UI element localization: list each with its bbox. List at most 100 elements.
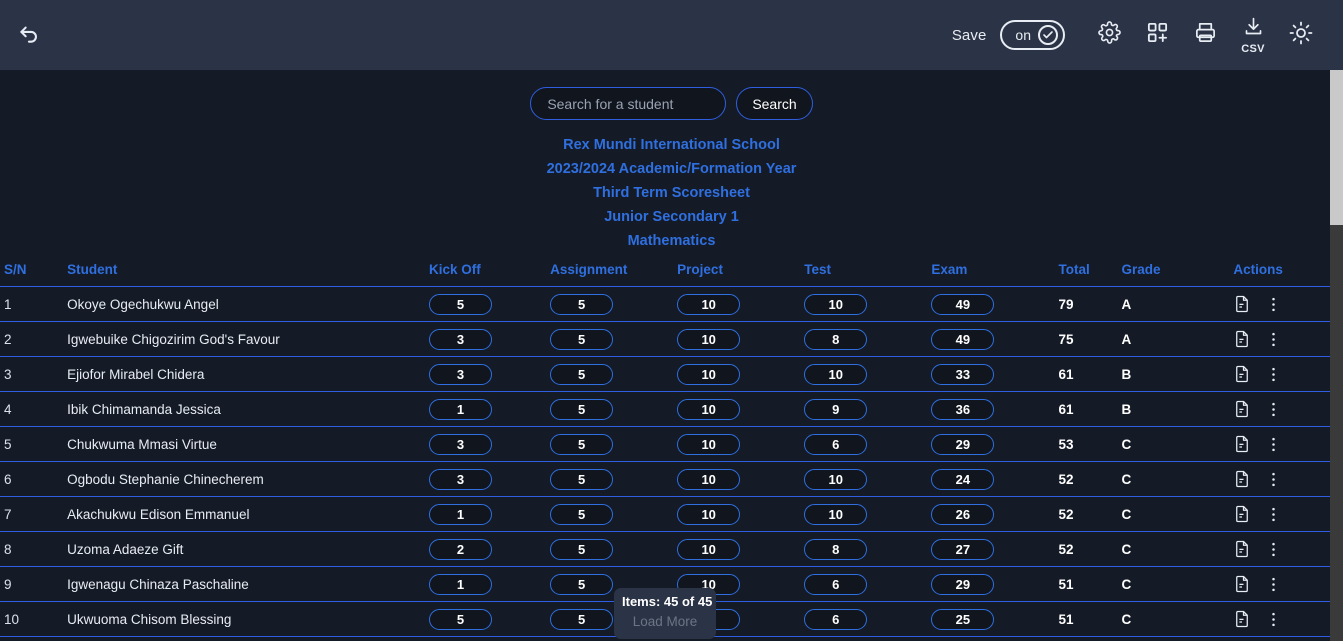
more-vertical-icon[interactable]: [1271, 575, 1276, 594]
cell-actions: [1233, 321, 1330, 357]
column-header-project: Project: [677, 262, 805, 287]
document-icon[interactable]: [1233, 329, 1251, 349]
score-input-exam[interactable]: 26: [931, 503, 995, 525]
search-input[interactable]: [530, 87, 727, 120]
score-input-exam[interactable]: 29: [931, 573, 995, 595]
score-input-test[interactable]: 8: [804, 538, 868, 560]
table-row: 6 Ogbodu Stephanie Chinecherem 3 5 10 10 24 52 C: [0, 461, 1330, 497]
score-input-assignment[interactable]: 5: [550, 433, 614, 455]
score-input-assignment[interactable]: 5: [550, 328, 614, 350]
score-input-test[interactable]: 8: [804, 328, 868, 350]
score-input-assignment[interactable]: 5: [550, 293, 614, 315]
score-input-assignment[interactable]: 5: [550, 538, 614, 560]
score-input-assignment[interactable]: 5: [550, 608, 614, 630]
score-input-assignment[interactable]: 5: [550, 468, 614, 490]
search-button[interactable]: Search: [736, 87, 813, 120]
document-icon[interactable]: [1233, 294, 1251, 314]
row-actions: [1233, 399, 1330, 419]
scrollbar-thumb[interactable]: [1330, 70, 1343, 225]
document-icon[interactable]: [1233, 574, 1251, 594]
score-input-test[interactable]: 10: [804, 363, 868, 385]
score-input-exam[interactable]: 49: [931, 328, 995, 350]
row-actions: [1233, 574, 1330, 594]
score-input-assignment[interactable]: 5: [550, 503, 614, 525]
score-input-project[interactable]: 10: [677, 538, 741, 560]
table-row: 3 Ejiofor Mirabel Chidera 3 5 10 10 33 61 B: [0, 356, 1330, 392]
document-icon[interactable]: [1233, 399, 1251, 419]
score-input-exam[interactable]: 24: [931, 468, 995, 490]
score-input-exam[interactable]: 36: [931, 398, 995, 420]
row-actions: [1233, 364, 1330, 384]
more-vertical-icon[interactable]: [1271, 400, 1276, 419]
score-input-kick-off[interactable]: 3: [428, 363, 492, 385]
search-bar: Search: [0, 87, 1343, 120]
score-input-assignment[interactable]: 5: [550, 573, 614, 595]
document-icon[interactable]: [1233, 539, 1251, 559]
page-scrollbar[interactable]: [1330, 70, 1343, 641]
score-input-project[interactable]: 10: [677, 503, 741, 525]
score-input-kick-off[interactable]: 3: [428, 328, 492, 350]
settings-button[interactable]: [1089, 13, 1129, 57]
score-input-exam[interactable]: 29: [931, 433, 995, 455]
score-input-kick-off[interactable]: 3: [428, 468, 492, 490]
score-input-test[interactable]: 6: [804, 433, 868, 455]
score-input-test[interactable]: 6: [804, 573, 868, 595]
score-input-kick-off[interactable]: 2: [428, 538, 492, 560]
score-input-project[interactable]: 10: [677, 293, 741, 315]
score-input-test[interactable]: 10: [804, 503, 868, 525]
add-widget-button[interactable]: [1137, 13, 1177, 57]
score-input-kick-off[interactable]: 1: [428, 573, 492, 595]
document-icon[interactable]: [1233, 434, 1251, 454]
score-input-exam[interactable]: 49: [931, 293, 995, 315]
save-toggle[interactable]: on: [1000, 20, 1065, 50]
score-input-project[interactable]: 10: [677, 468, 741, 490]
document-icon[interactable]: [1233, 504, 1251, 524]
more-vertical-icon[interactable]: [1271, 365, 1276, 384]
print-button[interactable]: [1185, 13, 1225, 57]
cell-test: 6: [804, 426, 932, 462]
items-count-label: Items: 45 of 45: [622, 594, 713, 609]
brightness-icon: [1289, 21, 1313, 50]
document-icon[interactable]: [1233, 364, 1251, 384]
score-input-test[interactable]: 10: [804, 293, 868, 315]
more-vertical-icon[interactable]: [1271, 540, 1276, 559]
score-input-exam[interactable]: 25: [931, 608, 995, 630]
more-vertical-icon[interactable]: [1271, 610, 1276, 629]
score-input-kick-off[interactable]: 1: [428, 398, 492, 420]
brightness-button[interactable]: [1281, 13, 1321, 57]
score-input-project[interactable]: 10: [677, 433, 741, 455]
score-input-test[interactable]: 6: [804, 608, 868, 630]
document-icon[interactable]: [1233, 609, 1251, 629]
score-input-kick-off[interactable]: 5: [428, 608, 492, 630]
back-button[interactable]: [8, 13, 52, 57]
grade-value: C: [1121, 576, 1132, 592]
score-input-exam[interactable]: 27: [931, 538, 995, 560]
more-vertical-icon[interactable]: [1271, 295, 1276, 314]
sn-value: 10: [4, 611, 20, 627]
score-input-test[interactable]: 9: [804, 398, 868, 420]
score-input-assignment[interactable]: 5: [550, 398, 614, 420]
more-vertical-icon[interactable]: [1271, 435, 1276, 454]
score-input-kick-off[interactable]: 3: [428, 433, 492, 455]
score-input-kick-off[interactable]: 5: [428, 293, 492, 315]
grade-value: B: [1121, 401, 1132, 417]
row-actions: [1233, 294, 1330, 314]
score-input-test[interactable]: 10: [804, 468, 868, 490]
cell-assignment: 5: [550, 356, 678, 392]
score-input-project[interactable]: 10: [677, 328, 741, 350]
more-vertical-icon[interactable]: [1271, 505, 1276, 524]
total-value: 79: [1058, 296, 1074, 312]
download-csv-button[interactable]: CSV: [1233, 13, 1273, 57]
load-more-button[interactable]: Load More: [633, 614, 698, 629]
add-widget-icon: [1146, 21, 1169, 49]
more-vertical-icon[interactable]: [1271, 330, 1276, 349]
cell-grade: C: [1121, 566, 1234, 602]
student-name: Ukwuoma Chisom Blessing: [67, 611, 232, 627]
more-vertical-icon[interactable]: [1271, 470, 1276, 489]
document-icon[interactable]: [1233, 469, 1251, 489]
score-input-project[interactable]: 10: [677, 363, 741, 385]
score-input-project[interactable]: 10: [677, 398, 741, 420]
score-input-kick-off[interactable]: 1: [428, 503, 492, 525]
score-input-assignment[interactable]: 5: [550, 363, 614, 385]
score-input-exam[interactable]: 33: [931, 363, 995, 385]
